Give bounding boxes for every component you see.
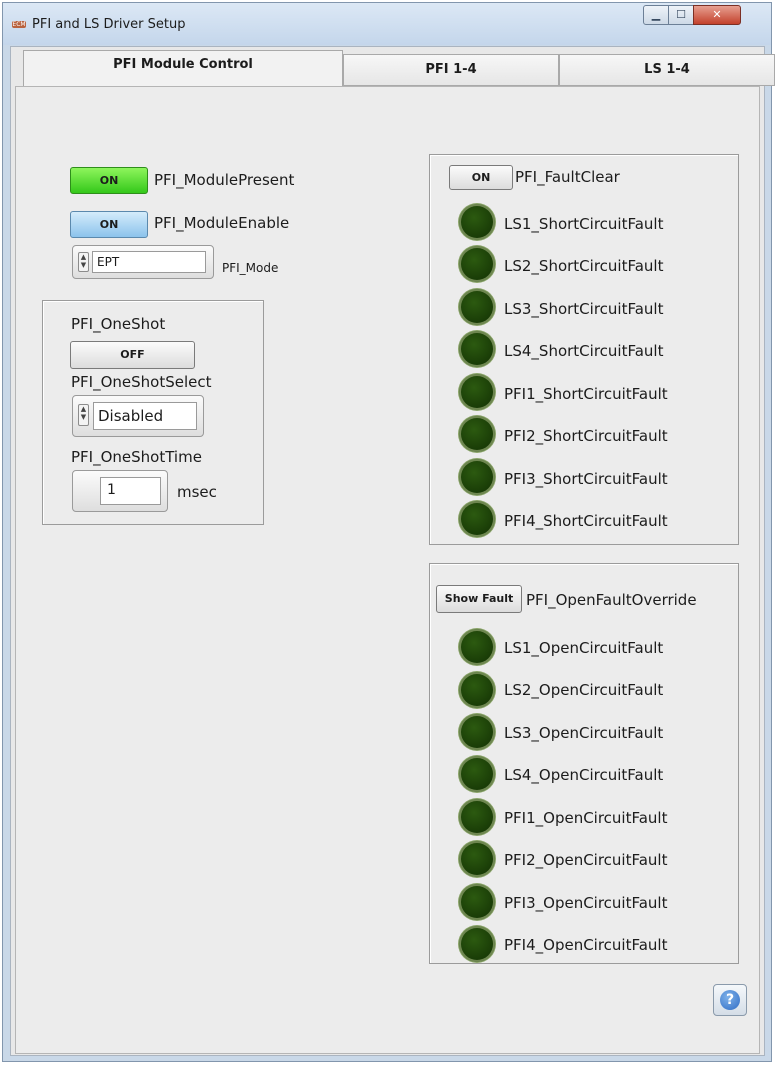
- module-enable-button[interactable]: ON: [70, 211, 148, 238]
- oneshot-select-value[interactable]: Disabled: [93, 402, 197, 430]
- oneshot-select-selector[interactable]: ▲ ▼ Disabled: [72, 395, 204, 437]
- help-icon: ?: [720, 990, 740, 1010]
- pfi-mode-selector[interactable]: ▲ ▼ EPT: [72, 245, 214, 279]
- module-present-indicator[interactable]: ON: [70, 167, 148, 194]
- window-title: PFI and LS Driver Setup: [32, 17, 186, 32]
- minimize-button[interactable]: ▁: [643, 5, 669, 25]
- tab-pfi-module-control[interactable]: PFI Module Control: [23, 50, 343, 87]
- module-present-label: PFI_ModulePresent: [154, 171, 295, 189]
- maximize-button[interactable]: ☐: [668, 5, 694, 25]
- pfi3-short-fault-label: PFI3_ShortCircuitFault: [504, 470, 668, 488]
- pfi2-short-fault-label: PFI2_ShortCircuitFault: [504, 427, 668, 445]
- ls2-open-fault-led-icon: [459, 672, 495, 708]
- ls4-short-fault-led-icon: [459, 331, 495, 367]
- tab-pfi-1-4[interactable]: PFI 1-4: [343, 54, 559, 86]
- pfi-mode-label: PFI_Mode: [222, 261, 279, 275]
- ls1-short-fault-label: LS1_ShortCircuitFault: [504, 215, 664, 233]
- fault-clear-button[interactable]: ON: [449, 165, 513, 190]
- pfi1-open-fault-label: PFI1_OpenCircuitFault: [504, 809, 668, 827]
- module-enable-label: PFI_ModuleEnable: [154, 214, 290, 232]
- ls2-short-fault-label: LS2_ShortCircuitFault: [504, 257, 664, 275]
- oneshot-time-unit: msec: [177, 483, 217, 501]
- pfi4-short-fault-label: PFI4_ShortCircuitFault: [504, 512, 668, 530]
- pfi2-open-fault-label: PFI2_OpenCircuitFault: [504, 851, 668, 869]
- oneshot-toggle-button[interactable]: OFF: [70, 341, 195, 369]
- ls1-short-fault-led-icon: [459, 204, 495, 240]
- ls2-open-fault-label: LS2_OpenCircuitFault: [504, 681, 664, 699]
- pfi-mode-value[interactable]: EPT: [92, 251, 206, 273]
- ls3-short-fault-label: LS3_ShortCircuitFault: [504, 300, 664, 318]
- client-area: PFI Module Control PFI 1-4 LS 1-4 ON PFI…: [10, 46, 775, 1056]
- pfi2-open-fault-led-icon: [459, 841, 495, 877]
- tab-panel: ON PFI_ModulePresent ON PFI_ModuleEnable…: [15, 86, 760, 1054]
- pfi4-open-fault-led-icon: [459, 926, 495, 962]
- fault-clear-label: PFI_FaultClear: [515, 168, 620, 186]
- pfi1-open-fault-led-icon: [459, 799, 495, 835]
- ls4-open-fault-led-icon: [459, 756, 495, 792]
- ls4-open-fault-label: LS4_OpenCircuitFault: [504, 766, 664, 784]
- oneshot-time-control: 1: [72, 470, 168, 512]
- ls1-open-fault-led-icon: [459, 629, 495, 665]
- show-fault-button[interactable]: Show Fault: [436, 585, 522, 613]
- help-button[interactable]: ?: [713, 984, 747, 1016]
- pfi4-open-fault-label: PFI4_OpenCircuitFault: [504, 936, 668, 954]
- ls3-short-fault-led-icon: [459, 289, 495, 325]
- oneshot-time-label: PFI_OneShotTime: [71, 448, 202, 466]
- pfi-mode-increment-decrement-icon[interactable]: ▲ ▼: [78, 252, 89, 272]
- oneshot-select-label: PFI_OneShotSelect: [71, 373, 212, 391]
- ls4-short-fault-label: LS4_ShortCircuitFault: [504, 342, 664, 360]
- app-window: ECM PFI and LS Driver Setup ▁ ☐ ✕ PFI Mo…: [2, 2, 775, 1062]
- close-button[interactable]: ✕: [693, 5, 741, 25]
- title-bar: ECM PFI and LS Driver Setup ▁ ☐ ✕: [3, 3, 771, 45]
- pfi3-open-fault-led-icon: [459, 884, 495, 920]
- pfi4-short-fault-led-icon: [459, 501, 495, 537]
- ls2-short-fault-led-icon: [459, 246, 495, 282]
- open-fault-override-label: PFI_OpenFaultOverride: [526, 591, 697, 609]
- app-icon: ECM: [12, 21, 26, 28]
- pfi2-short-fault-led-icon: [459, 416, 495, 452]
- ls1-open-fault-label: LS1_OpenCircuitFault: [504, 639, 664, 657]
- pfi3-short-fault-led-icon: [459, 459, 495, 495]
- pfi1-short-fault-label: PFI1_ShortCircuitFault: [504, 385, 668, 403]
- ls3-open-fault-label: LS3_OpenCircuitFault: [504, 724, 664, 742]
- oneshot-time-input[interactable]: 1: [100, 477, 161, 505]
- ls3-open-fault-led-icon: [459, 714, 495, 750]
- oneshot-select-increment-decrement-icon[interactable]: ▲ ▼: [78, 404, 89, 426]
- oneshot-label: PFI_OneShot: [71, 315, 166, 333]
- pfi3-open-fault-label: PFI3_OpenCircuitFault: [504, 894, 668, 912]
- pfi1-short-fault-led-icon: [459, 374, 495, 410]
- tab-ls-1-4[interactable]: LS 1-4: [559, 54, 775, 86]
